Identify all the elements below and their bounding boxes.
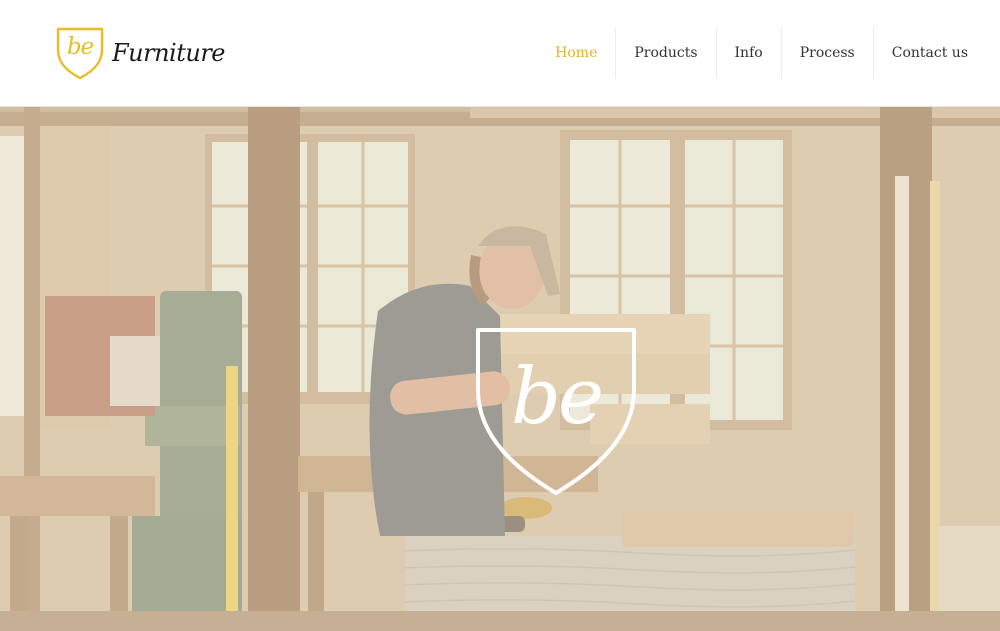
- nav-home[interactable]: Home: [537, 27, 615, 79]
- main-nav: Home Products Info Process Contact us: [537, 27, 986, 79]
- hero-emblem-text: be: [510, 352, 604, 442]
- nav-products[interactable]: Products: [615, 27, 715, 79]
- brand-name: Furniture: [112, 39, 226, 67]
- nav-contact-us[interactable]: Contact us: [872, 27, 986, 79]
- nav-process[interactable]: Process: [780, 27, 873, 79]
- hero-section: be: [0, 106, 1000, 631]
- logo-mark-text: be: [66, 34, 94, 60]
- nav-info[interactable]: Info: [715, 27, 781, 79]
- shield-logo-icon: be: [55, 26, 105, 80]
- brand-logo[interactable]: be Furniture: [55, 26, 226, 80]
- hero-emblem: be: [473, 326, 639, 498]
- site-header: be Furniture Home Products Info Process …: [0, 0, 1000, 107]
